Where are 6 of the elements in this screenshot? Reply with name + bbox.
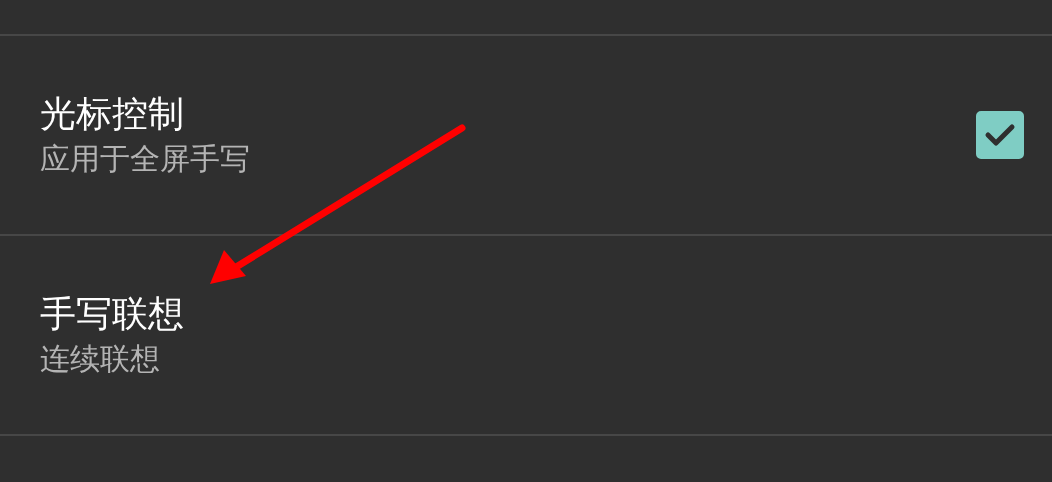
setting-title: 光标控制 bbox=[40, 92, 185, 136]
settings-item[interactable]: 光标控制 应用于全屏手写 bbox=[0, 36, 1052, 236]
checkbox[interactable] bbox=[976, 111, 1024, 159]
setting-summary: 连续联想 bbox=[40, 340, 161, 378]
setting-title: 手写联想 bbox=[40, 292, 184, 336]
setting-summary: 应用于全屏手写 bbox=[40, 140, 250, 178]
